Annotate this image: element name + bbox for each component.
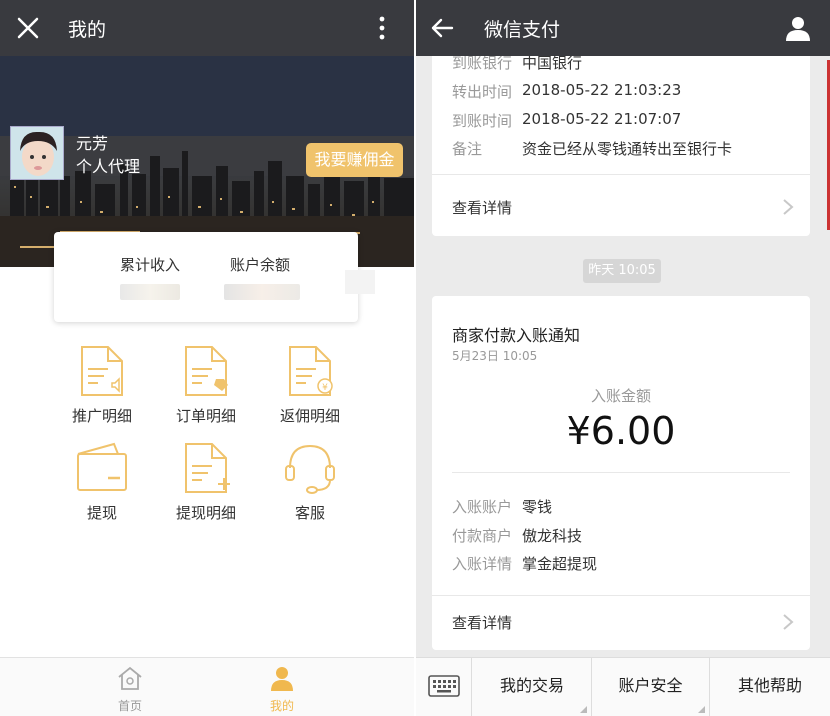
menu-label: 提现明细 (175, 504, 236, 522)
amount-label: 入账金额 (590, 387, 651, 405)
menu-order-details[interactable]: 订单明细 (161, 343, 251, 426)
wechat-pay-panel: 到账银行 中国银行 转出时间 2018-05-22 21:03:23 到账时间 … (416, 0, 830, 716)
balance-value-blurred (224, 284, 300, 300)
more-vertical-icon[interactable] (370, 14, 394, 42)
stats-card: 累计收入 账户余额 (54, 232, 358, 322)
view-details-link[interactable]: 查看详情 (452, 197, 512, 218)
blur-patch (345, 270, 375, 294)
row-value: 资金已经从零钱通转出至银行卡 (522, 140, 733, 158)
document-speaker-icon (81, 346, 123, 396)
row-key: 付款商户 (452, 527, 513, 545)
avatar[interactable] (10, 126, 64, 180)
payment-notification-card: 商家付款入账通知 5月23日 10:05 入账金额 ¥6.00 入账账户 零钱 … (432, 296, 810, 650)
amount-value: ¥6.00 (566, 409, 676, 453)
chevron-right-icon[interactable] (782, 613, 794, 631)
other-help-menu[interactable]: 其他帮助 (710, 658, 830, 716)
row-key: 到账时间 (452, 112, 513, 130)
user-icon (271, 667, 293, 691)
row-value: 掌金超提现 (522, 555, 598, 573)
menu-promotion-details[interactable]: 推广明细 (57, 343, 147, 426)
earn-commission-button[interactable]: 我要赚佣金 (306, 143, 403, 177)
row-key: 备注 (452, 140, 483, 158)
avatar-photo (11, 127, 63, 179)
balance-label: 账户余额 (230, 256, 291, 274)
menu-label: 其他帮助 (737, 676, 802, 695)
submenu-indicator (580, 706, 587, 713)
row-value: 2018-05-22 21:03:23 (522, 81, 682, 99)
row-value: 傲龙科技 (522, 527, 583, 545)
back-arrow-icon[interactable] (430, 16, 454, 40)
menu-withdraw[interactable]: 提现 (57, 440, 147, 523)
document-yen-icon: ¥ (289, 346, 333, 396)
menu-rebate-details[interactable]: ¥ 返佣明细 (265, 343, 355, 426)
document-plus-icon (185, 443, 230, 493)
menu-label: 我的交易 (499, 676, 564, 695)
document-tag-icon (185, 346, 228, 396)
service-menu-bar: 我的交易 账户安全 其他帮助 (416, 657, 830, 716)
account-security-menu[interactable]: 账户安全 (592, 658, 710, 716)
row-key: 入账详情 (452, 555, 513, 573)
right-topbar: 微信支付 (416, 0, 830, 56)
page-title: 微信支付 (484, 19, 561, 41)
user-name: 元芳 (76, 134, 109, 153)
headset-icon (285, 444, 335, 494)
nav-mine-label: 我的 (269, 699, 294, 713)
keyboard-icon (428, 675, 460, 697)
row-key: 入账账户 (452, 498, 513, 516)
nav-home[interactable]: 首页 (100, 664, 160, 714)
nav-home-label: 首页 (117, 699, 142, 713)
notification-date: 5月23日 10:05 (452, 349, 538, 363)
user-icon[interactable] (784, 14, 812, 42)
svg-text:¥: ¥ (322, 383, 328, 393)
page-title: 我的 (68, 19, 107, 41)
transfer-card: 到账银行 中国银行 转出时间 2018-05-22 21:03:23 到账时间 … (432, 40, 810, 236)
nav-mine[interactable]: 我的 (252, 664, 312, 714)
divider (432, 174, 810, 175)
total-income-label: 累计收入 (120, 256, 181, 274)
row-value: 零钱 (522, 498, 553, 516)
close-icon[interactable] (14, 14, 42, 42)
menu-label: 提现 (86, 504, 117, 522)
left-topbar: 我的 (0, 0, 414, 56)
keyboard-toggle[interactable] (416, 658, 472, 716)
menu-withdraw-details[interactable]: 提现明细 (161, 440, 251, 523)
mine-panel: 我的 元芳 个人代理 我要赚佣金 累计收入 账户余额 推广明细 订单明细 ¥ 返… (0, 0, 414, 716)
chevron-right-icon[interactable] (782, 198, 794, 216)
user-role: 个人代理 (76, 157, 141, 176)
row-value: 2018-05-22 21:07:07 (522, 110, 682, 128)
divider (452, 472, 790, 473)
menu-label: 订单明细 (175, 407, 236, 425)
total-income-value-blurred (120, 284, 180, 300)
view-details-link[interactable]: 查看详情 (452, 612, 512, 633)
menu-label: 账户安全 (618, 676, 683, 695)
time-badge: 昨天 10:05 (583, 259, 661, 283)
bottom-nav: 首页 我的 (0, 657, 414, 716)
my-transactions-menu[interactable]: 我的交易 (473, 658, 592, 716)
menu-customer-service[interactable]: 客服 (265, 440, 355, 523)
menu-label: 客服 (294, 504, 325, 522)
divider (432, 595, 810, 596)
row-key: 转出时间 (452, 83, 513, 101)
menu-label: 推广明细 (71, 407, 132, 425)
submenu-indicator (698, 706, 705, 713)
home-icon (118, 666, 142, 690)
wallet-icon (77, 442, 127, 491)
notification-title: 商家付款入账通知 (452, 326, 581, 345)
menu-label: 返佣明细 (279, 407, 340, 425)
